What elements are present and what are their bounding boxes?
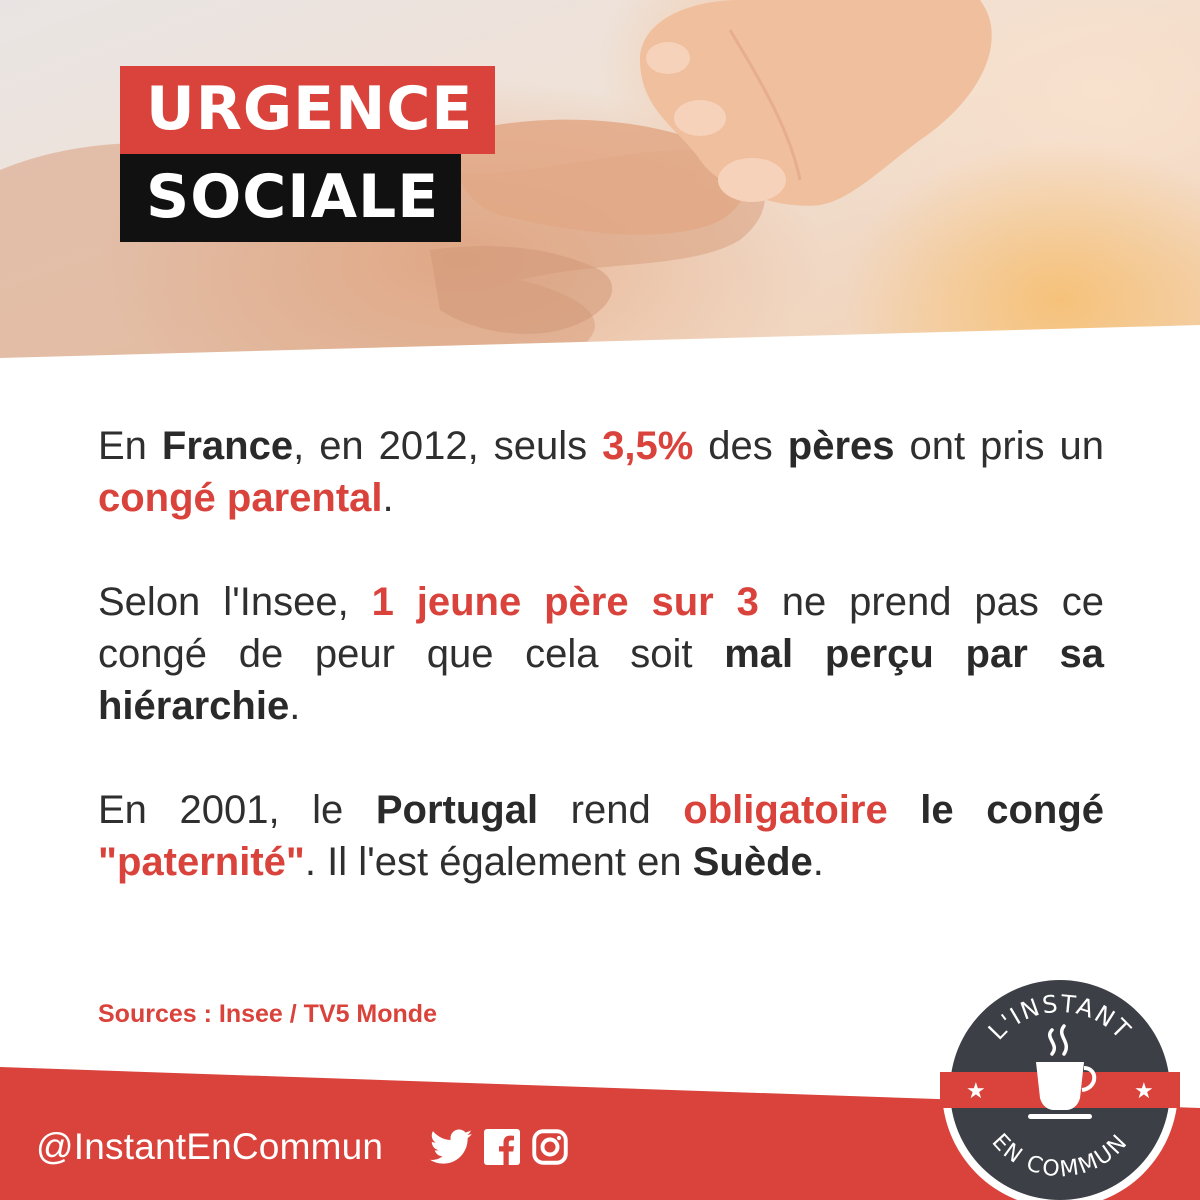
social-handle[interactable]: @InstantEnCommun [36, 1126, 383, 1168]
brand-logo-badge: ★ ★ L'INSTANT EN COMMUN [940, 972, 1180, 1200]
instagram-icon[interactable] [532, 1129, 568, 1165]
facebook-icon[interactable] [484, 1129, 520, 1165]
star-icon: ★ [966, 1079, 986, 1104]
star-icon: ★ [1134, 1079, 1154, 1104]
twitter-icon[interactable] [430, 1129, 472, 1165]
